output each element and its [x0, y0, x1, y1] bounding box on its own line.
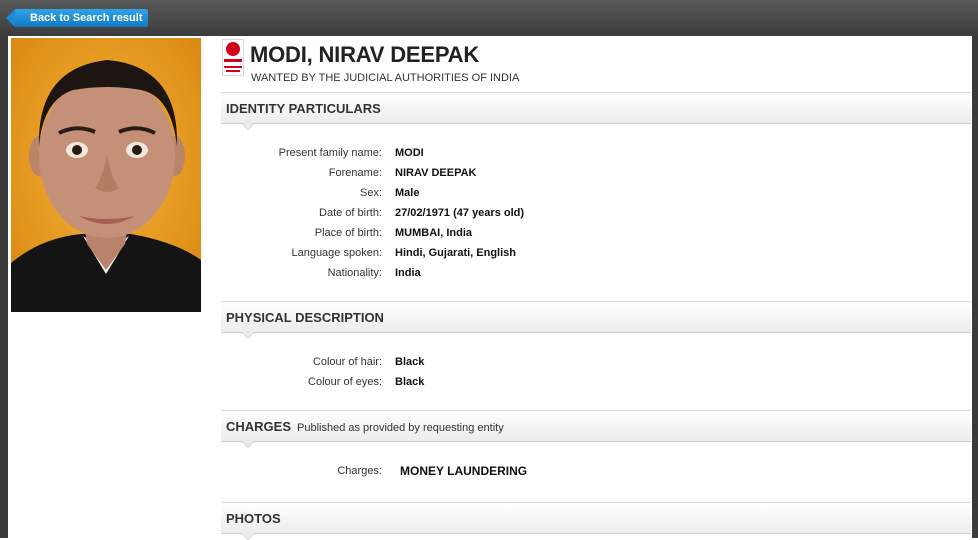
row-label: Colour of eyes:: [308, 376, 382, 388]
charges-section-note: Published as provided by requesting enti…: [297, 422, 504, 434]
identity-row-place-of-birth: Place of birth: MUMBAI, India: [220, 223, 970, 243]
row-value: Male: [395, 187, 420, 199]
identity-row-sex: Sex: Male: [220, 183, 970, 203]
row-value: India: [395, 267, 421, 279]
row-label: Forename:: [328, 167, 382, 179]
identity-section-title: IDENTITY PARTICULARS: [226, 101, 381, 116]
row-label: Date of birth:: [319, 207, 382, 219]
row-value: Black: [395, 356, 425, 368]
identity-row-date-of-birth: Date of birth: 27/02/1971 (47 years old): [220, 203, 970, 223]
person-photo[interactable]: [11, 38, 201, 312]
charges-section-header: CHARGES Published as provided by requesti…: [221, 410, 971, 448]
row-label: Colour of hair:: [312, 356, 382, 368]
back-arrow-icon: [6, 9, 15, 27]
interpol-seal-icon: [226, 42, 240, 56]
charges-section-title: CHARGES Published as provided by requesti…: [226, 419, 504, 434]
physical-row-eyes: Colour of eyes: Black: [220, 372, 970, 392]
page-frame: Back to Search result MODI, NIRAV DEEPAK…: [0, 0, 978, 540]
notice-content: MODI, NIRAV DEEPAK WANTED BY THE JUDICIA…: [8, 36, 978, 540]
back-to-search-button[interactable]: Back to Search result: [6, 9, 148, 27]
photos-section-header: PHOTOS: [221, 502, 971, 540]
row-value: NIRAV DEEPAK: [395, 167, 477, 179]
photos-section-title: PHOTOS: [226, 511, 281, 526]
row-label: Present family name:: [278, 147, 382, 159]
row-label: Place of birth:: [314, 227, 382, 239]
back-button-label: Back to Search result: [30, 12, 143, 24]
top-bar: Back to Search result: [0, 0, 978, 36]
physical-row-hair: Colour of hair: Black: [220, 352, 970, 372]
charges-title-text: CHARGES: [226, 419, 292, 434]
row-label: Charges:: [337, 465, 382, 477]
row-value: MONEY LAUNDERING: [400, 464, 528, 478]
charges-row: Charges: MONEY LAUNDERING: [220, 461, 970, 481]
wanted-person-name: MODI, NIRAV DEEPAK: [250, 42, 480, 67]
row-value: MUMBAI, India: [395, 227, 472, 239]
row-label: Sex:: [359, 187, 382, 199]
person-portrait-image: [11, 38, 201, 312]
identity-section-header: IDENTITY PARTICULARS: [221, 92, 971, 130]
identity-row-forename: Forename: NIRAV DEEPAK: [220, 163, 970, 183]
identity-row-family-name: Present family name: MODI: [220, 143, 970, 163]
row-value: 27/02/1971 (47 years old): [395, 207, 525, 219]
row-value: Black: [395, 376, 425, 388]
red-notice-logo: [222, 39, 244, 76]
row-value: MODI: [395, 147, 424, 159]
physical-section-header: PHYSICAL DESCRIPTION: [221, 301, 971, 339]
identity-row-nationality: Nationality: India: [220, 263, 970, 283]
row-value: Hindi, Gujarati, English: [395, 247, 517, 259]
right-edge: [972, 36, 978, 538]
row-label: Language spoken:: [291, 247, 382, 259]
physical-section-title: PHYSICAL DESCRIPTION: [226, 310, 384, 325]
identity-row-language: Language spoken: Hindi, Gujarati, Englis…: [220, 243, 970, 263]
wanted-by-subtitle: WANTED BY THE JUDICIAL AUTHORITIES OF IN…: [251, 72, 520, 84]
row-label: Nationality:: [327, 267, 382, 279]
